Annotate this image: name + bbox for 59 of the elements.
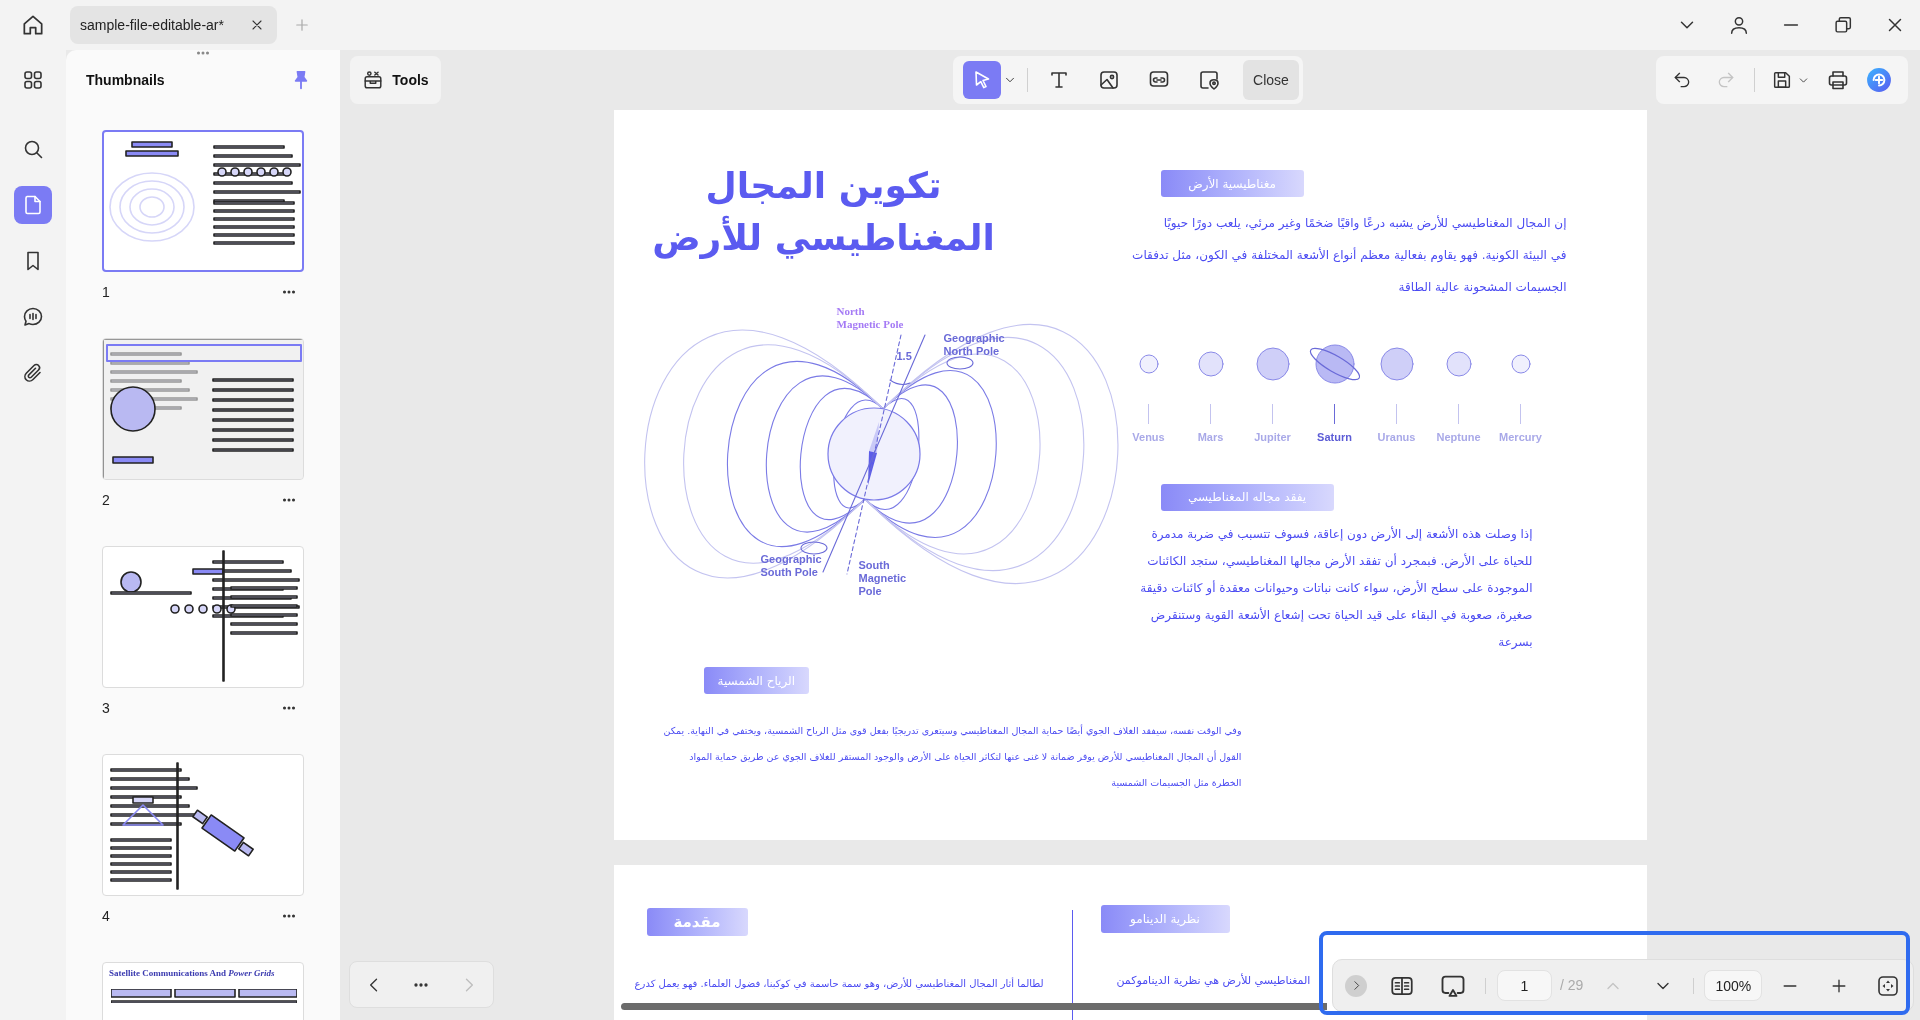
horizontal-scrollbar[interactable] xyxy=(621,1003,1327,1010)
paragraph: وفي الوقت نفسه، سيفقد الغلاف الجوي أيضًا حماية المجال المغناطيسي وسيتعرى تدريجيًا بفعل قوى مثل الرياح الشمسية، ويختفي في النهاية. يمكن القول أن المجال المغناطيسي للأرض يوفر ضمانة لا غنى عنها لتكاثر الحياة على الأرض والوجود المستقر للغلاف الجوي عن طريق حماية المواد الخطرة مثل الجسيمات الشمسية xyxy=(662,723,1242,790)
section-heading: مغناطيسية الأرض xyxy=(1160,170,1304,197)
page-number: 4 xyxy=(102,906,110,926)
document-title: تكوين المجال المغناطيسي للأرض xyxy=(651,164,996,261)
tick-mark xyxy=(1396,404,1397,424)
thumbnail-heading: Satellite Communications And Power Grids xyxy=(109,967,275,980)
section-heading: يفقد مجاله المغناطيسي xyxy=(1160,483,1334,511)
zoom-field[interactable]: 100% xyxy=(1704,970,1763,1001)
image-icon xyxy=(1097,68,1121,92)
planet-label: Uranus xyxy=(1377,430,1416,445)
assistant-icon[interactable] xyxy=(1866,67,1892,93)
paragraph: إذا وصلت هذه الأشعة إلى الأرض دون إعاقة، فسوف تتسبب في ضربة مدمرة للحياة على الأرض. فبمجرد أن تفقد الأرض مجالها المغناطيسي، ستجد الكائنات الموجودة على سطح الأرض، سواء كانت نباتات وحيوانات معقدة أو كائنات دقيقة صغيرة، صعوبة في البقاء على قيد الحياة تحت إشعاع الأشعة القوية وستنقرض بسرعة xyxy=(1140,525,1533,651)
planet-label: Jupiter xyxy=(1254,430,1291,445)
page-thumbnail[interactable] xyxy=(102,338,304,480)
planet-label: Mercury xyxy=(1499,430,1542,445)
panel-title: Thumbnails xyxy=(86,70,165,90)
section-heading: مقدمة xyxy=(646,908,748,936)
page-number-field[interactable]: 1 xyxy=(1497,970,1552,1001)
print-icon[interactable] xyxy=(1826,68,1850,92)
tick-mark xyxy=(1210,404,1211,424)
paragraph: المغناطيسي للأرض هي نظرية الديناموكمن xyxy=(1116,972,1311,989)
diagram-label: North Magnetic Pole xyxy=(836,305,904,331)
tools-button[interactable]: Tools xyxy=(350,56,441,104)
account-icon[interactable] xyxy=(1728,14,1750,36)
fit-screen-icon[interactable] xyxy=(1876,973,1901,998)
page-number: 2 xyxy=(102,490,110,510)
close-button[interactable]: Close xyxy=(1243,60,1299,100)
planet-label: Saturn xyxy=(1317,430,1352,445)
tick-mark xyxy=(1148,404,1149,424)
page-count: / 29 xyxy=(1560,976,1584,995)
planet-label: Mars xyxy=(1197,430,1224,445)
planet-label: Neptune xyxy=(1436,430,1481,445)
section-heading: نظرية الدينامو xyxy=(1100,905,1230,933)
tick-mark xyxy=(1272,404,1273,424)
diagram-label: South Magnetic Pole xyxy=(858,559,907,598)
paragraph: لطالما أثار المجال المغناطيسي للأرض، وهو سمة حاسمة في كوكبنا، فضول العلماء. فهو يعمل كدرع xyxy=(634,976,1044,992)
section-heading: الرياح الشمسية xyxy=(703,667,810,694)
paragraph: إن المجال المغناطيسي للأرض يشبه درعًا واقيًا ضخمًا وغير مرئي، يلعب دورًا حيويًا في البيئة الكونية. فهو يقاوم بفعالية معظم أنواع الأشعة المختلفة في الكون، مثل تدفقات الجسيمات المشحونة عالية الطاقة xyxy=(1132,214,1567,296)
save-icon[interactable] xyxy=(1771,69,1793,91)
diagram-label: Geographic South Pole xyxy=(760,553,822,579)
tick-mark xyxy=(1520,404,1521,424)
apps-icon xyxy=(21,68,45,92)
tick-mark xyxy=(1458,404,1459,424)
location-icon xyxy=(1197,68,1221,92)
diagram-label: Geographic North Pole xyxy=(943,332,1005,358)
document-tab[interactable]: sample-file-editable-ar* xyxy=(70,6,277,44)
planet-label: Venus xyxy=(1132,430,1165,445)
page-thumbnail[interactable] xyxy=(102,130,304,272)
undo-icon[interactable] xyxy=(1672,70,1692,90)
diagram-label: 1.5 xyxy=(896,350,912,363)
tick-mark xyxy=(1334,404,1335,424)
toolbox-icon xyxy=(362,69,385,91)
tab-title: sample-file-editable-ar* xyxy=(80,15,224,35)
comment-icon xyxy=(21,305,45,329)
restore-icon[interactable] xyxy=(1832,14,1854,36)
page-thumbnail[interactable]: Satellite Communications And Power Grids xyxy=(102,962,304,1020)
page-number: 3 xyxy=(102,698,110,718)
page-number: 1 xyxy=(102,282,110,302)
